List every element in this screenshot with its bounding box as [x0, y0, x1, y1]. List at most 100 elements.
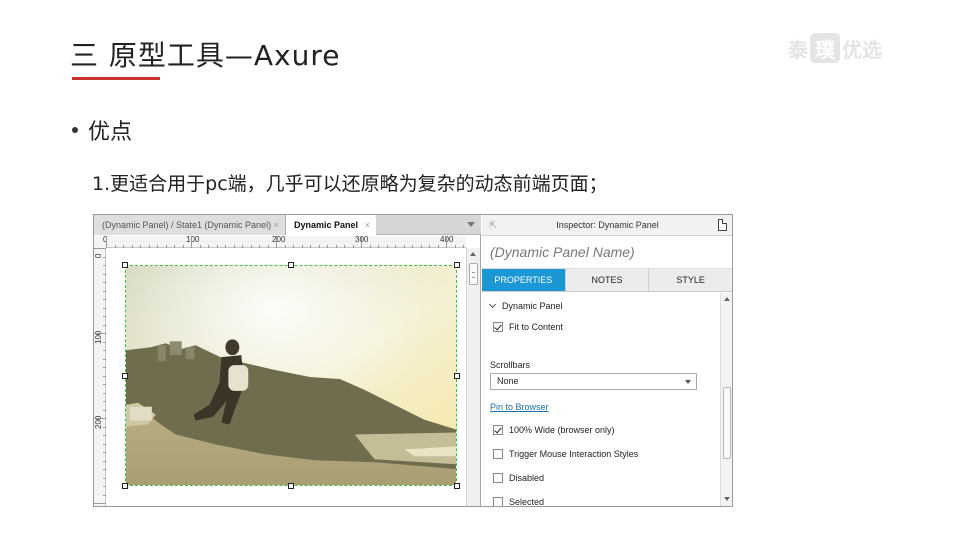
- ruler-tick: [103, 307, 106, 309]
- slide-title: 三 原型工具—Axure: [70, 39, 341, 72]
- ruler-tick: [284, 245, 286, 248]
- close-icon[interactable]: ×: [365, 215, 370, 235]
- ruler-tick: [225, 245, 226, 248]
- ruler-tick: [276, 236, 277, 248]
- ruler-v-label: 0: [94, 253, 103, 258]
- ruler-tick: [103, 273, 106, 275]
- ruler-tick: [103, 469, 106, 470]
- chevron-down-icon[interactable]: [467, 222, 475, 227]
- ruler-tick: [395, 245, 396, 248]
- tab-state1-label: (Dynamic Panel) / State1 (Dynamic Panel): [102, 220, 272, 230]
- ruler-tick: [157, 245, 158, 248]
- resize-handle[interactable]: [454, 483, 460, 489]
- brand-logo: 泰 璞 优选: [788, 33, 882, 63]
- scroll-up-icon[interactable]: [724, 297, 730, 301]
- document-icon[interactable]: [718, 219, 727, 231]
- ruler-tick: [259, 245, 260, 248]
- bullet-label: 优点: [88, 120, 133, 145]
- option-selected[interactable]: Selected: [493, 497, 545, 507]
- ruler-tick: [103, 392, 106, 394]
- tab-state1[interactable]: (Dynamic Panel) / State1 (Dynamic Panel)…: [94, 215, 286, 235]
- scrollbar-thumb[interactable]: [723, 387, 731, 459]
- panel-name-field[interactable]: (Dynamic Panel Name): [482, 236, 732, 269]
- fit-to-content-checkbox[interactable]: [493, 322, 503, 332]
- chevron-down-icon: [685, 380, 691, 384]
- option-100-wide[interactable]: 100% Wide (browser only): [493, 425, 615, 435]
- ruler-tick: [103, 426, 106, 428]
- ruler-tick: [148, 245, 150, 248]
- tab-dynamic-panel-label: Dynamic Panel: [294, 220, 359, 230]
- inspector-scrollbar[interactable]: [720, 293, 732, 506]
- scrollbars-label: Scrollbars: [490, 360, 531, 370]
- tab-dynamic-panel[interactable]: Dynamic Panel ×: [286, 215, 376, 235]
- resize-handle[interactable]: [454, 262, 460, 268]
- ruler-tick: [182, 245, 184, 248]
- ruler-tick: [378, 245, 379, 248]
- section-dynamic-panel[interactable]: Dynamic Panel: [488, 300, 563, 311]
- tab-style[interactable]: STYLE: [649, 269, 732, 291]
- ruler-tick: [103, 384, 106, 385]
- tab-properties[interactable]: PROPERTIES: [482, 269, 566, 291]
- ruler-tick: [199, 245, 201, 248]
- dynamic-panel-widget[interactable]: [125, 265, 457, 486]
- ruler-tick: [191, 236, 192, 248]
- brand-text-right: 优选: [842, 37, 882, 62]
- resize-handle[interactable]: [288, 483, 294, 489]
- option-label: Selected: [509, 497, 545, 507]
- option-label: 100% Wide (browser only): [509, 425, 615, 435]
- pin-to-browser-link[interactable]: Pin to Browser: [490, 402, 549, 412]
- option-label: Trigger Mouse Interaction Styles: [509, 449, 639, 459]
- ruler-tick: [103, 477, 106, 479]
- title-underline: [72, 77, 160, 80]
- resize-handle[interactable]: [122, 373, 128, 379]
- option-checkbox[interactable]: [493, 497, 503, 506]
- resize-handle[interactable]: [122, 483, 128, 489]
- ruler-tick: [429, 245, 430, 248]
- ruler-tick: [386, 245, 388, 248]
- ruler-tick: [114, 245, 116, 248]
- scroll-down-icon[interactable]: [724, 497, 730, 501]
- resize-handle[interactable]: [454, 373, 460, 379]
- bullet-advantages: 优点: [72, 114, 132, 146]
- tab-notes[interactable]: NOTES: [566, 269, 650, 291]
- ruler-h-label: 100: [186, 235, 200, 244]
- beach-photo: [126, 266, 456, 485]
- inspector-pane: ⇱ Inspector: Dynamic Panel (Dynamic Pane…: [482, 215, 732, 507]
- ruler-tick: [103, 494, 106, 496]
- ruler-tick: [103, 299, 106, 300]
- scroll-up-icon[interactable]: [470, 252, 476, 256]
- option-checkbox[interactable]: [493, 473, 503, 483]
- ruler-tick: [301, 245, 303, 248]
- option-checkbox[interactable]: [493, 449, 503, 459]
- scrollbars-select[interactable]: None: [490, 373, 697, 390]
- inspector-header: ⇱ Inspector: Dynamic Panel: [482, 215, 732, 236]
- brand-text-left: 泰: [788, 37, 808, 62]
- resize-handle[interactable]: [288, 262, 294, 268]
- ruler-tick: [103, 367, 106, 368]
- ruler-tick: [94, 418, 106, 419]
- scrollbars-value: None: [497, 376, 519, 386]
- ruler-tick: [335, 245, 337, 248]
- page-tab-bar: (Dynamic Panel) / State1 (Dynamic Panel)…: [94, 215, 481, 235]
- horizontal-ruler: 0 100 200 300 400: [103, 235, 466, 248]
- option-checkbox[interactable]: [493, 425, 503, 435]
- ruler-tick: [267, 245, 269, 248]
- ruler-tick: [216, 245, 218, 248]
- pin-icon[interactable]: ⇱: [489, 221, 497, 230]
- ruler-tick: [318, 245, 320, 248]
- ruler-tick: [131, 245, 133, 248]
- ruler-tick: [233, 245, 235, 248]
- resize-handle[interactable]: [122, 262, 128, 268]
- ruler-tick: [103, 316, 106, 317]
- ruler-tick: [165, 245, 167, 248]
- option-disabled[interactable]: Disabled: [493, 473, 544, 483]
- fit-to-content-option[interactable]: Fit to Content: [493, 322, 563, 332]
- ruler-tick: [361, 236, 362, 248]
- canvas-scrollbar[interactable]: [466, 248, 480, 506]
- ruler-tick: [103, 486, 106, 487]
- close-icon[interactable]: ×: [274, 215, 279, 235]
- option-trigger-mouse[interactable]: Trigger Mouse Interaction Styles: [493, 449, 638, 459]
- ruler-tick: [369, 245, 371, 248]
- scrollbar-thumb[interactable]: [469, 263, 478, 285]
- ruler-tick: [412, 245, 413, 248]
